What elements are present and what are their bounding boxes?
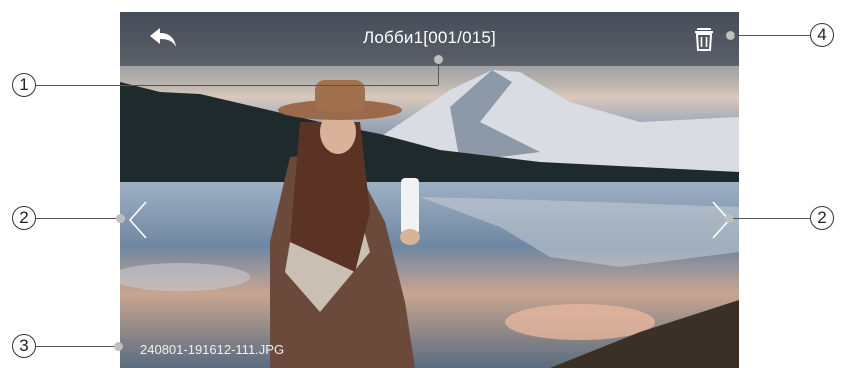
delete-button[interactable] (690, 24, 718, 54)
held-bottle (401, 178, 419, 234)
callout-line (36, 346, 117, 347)
chevron-left-icon (128, 201, 147, 239)
callout-marker: 1 (12, 73, 36, 97)
photo-viewer-screen: Лобби1[001/015] 240801-191612-111.JPG (120, 12, 739, 368)
previous-photo-button[interactable] (120, 198, 154, 242)
callout-dot (434, 55, 443, 64)
photo-filename: 240801-191612-111.JPG (140, 342, 285, 357)
callout-line (36, 85, 438, 86)
callout-dot (114, 342, 123, 351)
callout-marker: 3 (12, 334, 36, 358)
person-hand (400, 229, 420, 245)
callout-line (734, 35, 810, 36)
callout-dot (116, 214, 125, 223)
cloud-reflection (505, 304, 655, 340)
trash-icon (695, 28, 713, 51)
callout-marker: 4 (810, 23, 834, 47)
chevron-right-icon (712, 201, 731, 239)
callout-line (733, 218, 810, 219)
callout-line (36, 218, 120, 219)
next-photo-button[interactable] (705, 198, 739, 242)
gallery-title: Лобби1[001/015] (363, 28, 496, 47)
callout-marker: 2 (12, 206, 36, 230)
callout-marker: 2 (810, 206, 834, 230)
